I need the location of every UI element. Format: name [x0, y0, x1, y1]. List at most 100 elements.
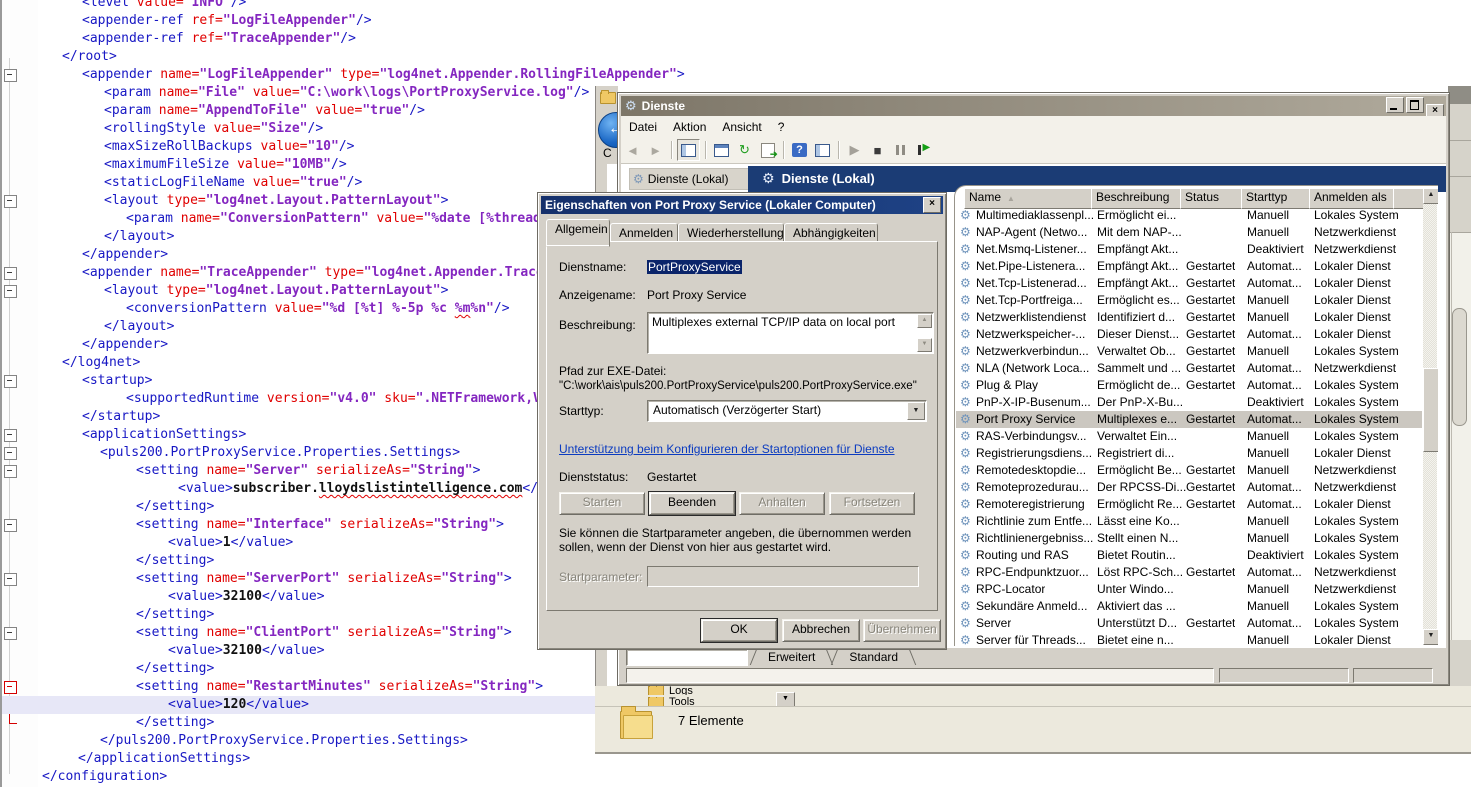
service-row[interactable]: ⚙Richtlinienergebniss...Stellt einen N..… [956, 530, 1422, 547]
menu-datei[interactable]: Datei [621, 118, 665, 136]
service-row[interactable]: ⚙RAS-Verbindungsv...Verwaltet Ein...Manu… [956, 428, 1422, 445]
tab-allgemein[interactable]: Allgemein [546, 219, 610, 247]
maximize-button[interactable] [1406, 97, 1424, 113]
column-header-name[interactable]: Name▲ [964, 188, 1101, 209]
extended-view-icon[interactable] [812, 140, 833, 160]
minimize-button[interactable] [1386, 97, 1404, 113]
service-row[interactable]: ⚙Richtlinie zum Entfe...Lässt eine Ko...… [956, 513, 1422, 530]
column-header-beschreibung[interactable]: Beschreibung [1091, 188, 1190, 209]
start-button[interactable]: Starten [559, 492, 645, 515]
forward-icon[interactable]: ► [645, 140, 666, 160]
service-row[interactable]: ⚙Net.Pipe-Listenera...Empfängt Akt...Ges… [956, 258, 1422, 275]
console-tree-root[interactable]: ⚙ Dienste (Lokal) [629, 168, 752, 190]
menu-?[interactable]: ? [770, 118, 793, 136]
show-tree-icon[interactable] [677, 139, 700, 161]
properties-icon[interactable] [711, 140, 732, 160]
resume-button[interactable]: Fortsetzen [829, 492, 915, 515]
service-row[interactable]: ⚙Multimediaklassenpl...Ermöglicht ei...M… [956, 207, 1422, 224]
explorer-tree-item[interactable]: Logs [648, 686, 693, 695]
scroll-down-button[interactable]: ▼ [1423, 629, 1438, 645]
dialog-close-button[interactable]: × [923, 197, 941, 213]
service-row[interactable]: ⚙Plug & PlayErmöglicht de...GestartetAut… [956, 377, 1422, 394]
column-header-anmeldenals[interactable]: Anmelden als [1309, 188, 1403, 209]
code-line[interactable]: </root> [38, 48, 1471, 66]
startoptions-help-link[interactable]: Unterstützung beim Konfigurieren der Sta… [559, 442, 895, 456]
cancel-button[interactable]: Abbrechen [782, 619, 860, 642]
code-line[interactable]: <value>120</value> [2, 696, 597, 714]
service-row[interactable]: ⚙RPC-Endpunktzuor...Löst RPC-Sch...Gesta… [956, 564, 1422, 581]
pause-button[interactable]: Anhalten [739, 492, 825, 515]
list-scrollbar[interactable]: ▲ ▼ [1423, 188, 1437, 645]
display-name-value[interactable]: Port Proxy Service [647, 288, 746, 302]
column-header-starttyp[interactable]: Starttyp [1241, 188, 1319, 209]
services-app-icon: ⚙ [625, 99, 637, 114]
apply-button[interactable]: Übernehmen [863, 619, 941, 642]
service-gear-icon: ⚙ [960, 633, 971, 646]
stop-service-icon[interactable]: ■ [867, 140, 888, 160]
service-row[interactable]: ⚙RPC-LocatorUnter Windo...ManuellNetzwer… [956, 581, 1422, 598]
service-row-selected[interactable]: ⚙Port Proxy ServiceMultiplexes e...Gesta… [956, 411, 1422, 428]
description-textbox[interactable]: Multiplexes external TCP/IP data on loca… [647, 312, 934, 354]
service-row[interactable]: ⚙RemoteregistrierungErmöglicht Re...Gest… [956, 496, 1422, 513]
service-row[interactable]: ⚙Remoteprozedurau...Der RPCSS-Di...Gesta… [956, 479, 1422, 496]
cell-name: Netzwerkverbindun... [976, 344, 1089, 358]
scroll-down-mini[interactable]: ▼ [917, 338, 932, 352]
service-row[interactable]: ⚙ServerUnterstützt D...GestartetAutomat.… [956, 615, 1422, 632]
service-row[interactable]: ⚙Remotedesktopdie...Ermöglicht Be...Gest… [956, 462, 1422, 479]
service-row[interactable]: ⚙Netzwerkverbindun...Verwaltet Ob...Gest… [956, 343, 1422, 360]
scroll-thumb[interactable] [1423, 368, 1438, 452]
properties-dialog[interactable]: Eigenschaften von Port Proxy Service (Lo… [537, 192, 947, 650]
bg-window-band [1448, 104, 1471, 233]
code-line[interactable]: <level value="INFO"/> [38, 0, 1471, 12]
bottom-edit-box[interactable] [626, 649, 748, 666]
starttype-combobox[interactable]: Automatisch (Verzögerter Start) ▼ [647, 400, 927, 422]
service-row[interactable]: ⚙Net.Tcp-Listenerad...Empfängt Akt...Ges… [956, 275, 1422, 292]
service-row[interactable]: ⚙Net.Msmq-Listener...Empfängt Akt...Deak… [956, 241, 1422, 258]
start-service-icon[interactable]: ▶ [844, 140, 865, 160]
service-row[interactable]: ⚙NAP-Agent (Netwo...Mit dem NAP-...Manue… [956, 224, 1422, 241]
stop-button[interactable]: Beenden [649, 492, 735, 515]
service-row[interactable]: ⚙NetzwerklistendienstIdentifiziert d...G… [956, 309, 1422, 326]
dropdown-button[interactable]: ▼ [776, 692, 795, 707]
service-row[interactable]: ⚙Netzwerkspeicher-...Dieser Dienst...Ges… [956, 326, 1422, 343]
service-gear-icon: ⚙ [960, 208, 971, 222]
ok-button[interactable]: OK [701, 619, 777, 642]
code-line[interactable]: <appender name="LogFileAppender" type="l… [38, 66, 1471, 84]
cell-name: Routing und RAS [976, 548, 1069, 562]
cell-description: Verwaltet Ob... [1097, 344, 1176, 358]
tab-standard[interactable]: Standard [837, 649, 910, 665]
service-row[interactable]: ⚙Registrierungsdiens...Registriert di...… [956, 445, 1422, 462]
dialog-titlebar[interactable]: Eigenschaften von Port Proxy Service (Lo… [541, 196, 943, 214]
refresh-icon[interactable]: ↻ [734, 140, 755, 160]
service-gear-icon: ⚙ [960, 412, 971, 426]
back-icon[interactable]: ◄ [622, 140, 643, 160]
cell-logon: Lokales System [1314, 616, 1399, 630]
combo-dropdown-button[interactable]: ▼ [907, 402, 925, 420]
service-row[interactable]: ⚙Sekundäre Anmeld...Aktiviert das ...Man… [956, 598, 1422, 615]
service-row[interactable]: ⚙PnP-X-IP-Busenum...Der PnP-X-Bu...Deakt… [956, 394, 1422, 411]
service-row[interactable]: ⚙Server für Threads...Bietet eine n...Ma… [956, 632, 1422, 646]
cell-description: Sammelt und ... [1097, 361, 1181, 375]
restart-service-icon[interactable] [913, 140, 934, 160]
service-row[interactable]: ⚙Routing und RASBietet Routin...Deaktivi… [956, 547, 1422, 564]
help-icon[interactable]: ? [789, 140, 810, 160]
code-line[interactable]: <appender-ref ref="TraceAppender"/> [38, 30, 1471, 48]
service-name-value[interactable]: PortProxyService [647, 260, 742, 274]
cell-logon: Lokaler Dienst [1314, 310, 1391, 324]
scroll-up-mini[interactable]: ▲ [917, 314, 932, 328]
services-window-titlebar[interactable]: ⚙ Dienste × [621, 96, 1446, 116]
service-row[interactable]: ⚙NLA (Network Loca...Sammelt und ...Gest… [956, 360, 1422, 377]
bg-scrollbar-thumb[interactable] [1452, 308, 1467, 426]
services-list[interactable]: Name▲BeschreibungStatusStarttypAnmelden … [954, 185, 1438, 646]
service-gear-icon: ⚙ [960, 480, 971, 494]
cell-description: Dieser Dienst... [1097, 327, 1179, 341]
menu-ansicht[interactable]: Ansicht [714, 118, 769, 136]
export-list-icon[interactable] [757, 140, 778, 160]
startparams-input[interactable] [647, 566, 919, 587]
tab-extended[interactable]: Erweitert [756, 649, 827, 665]
pause-service-icon[interactable] [890, 140, 911, 160]
scroll-up-button[interactable]: ▲ [1423, 188, 1438, 204]
service-row[interactable]: ⚙Net.Tcp-Portfreiga...Ermöglicht es...Ge… [956, 292, 1422, 309]
menu-aktion[interactable]: Aktion [665, 118, 714, 136]
code-line[interactable]: <appender-ref ref="LogFileAppender"/> [38, 12, 1471, 30]
